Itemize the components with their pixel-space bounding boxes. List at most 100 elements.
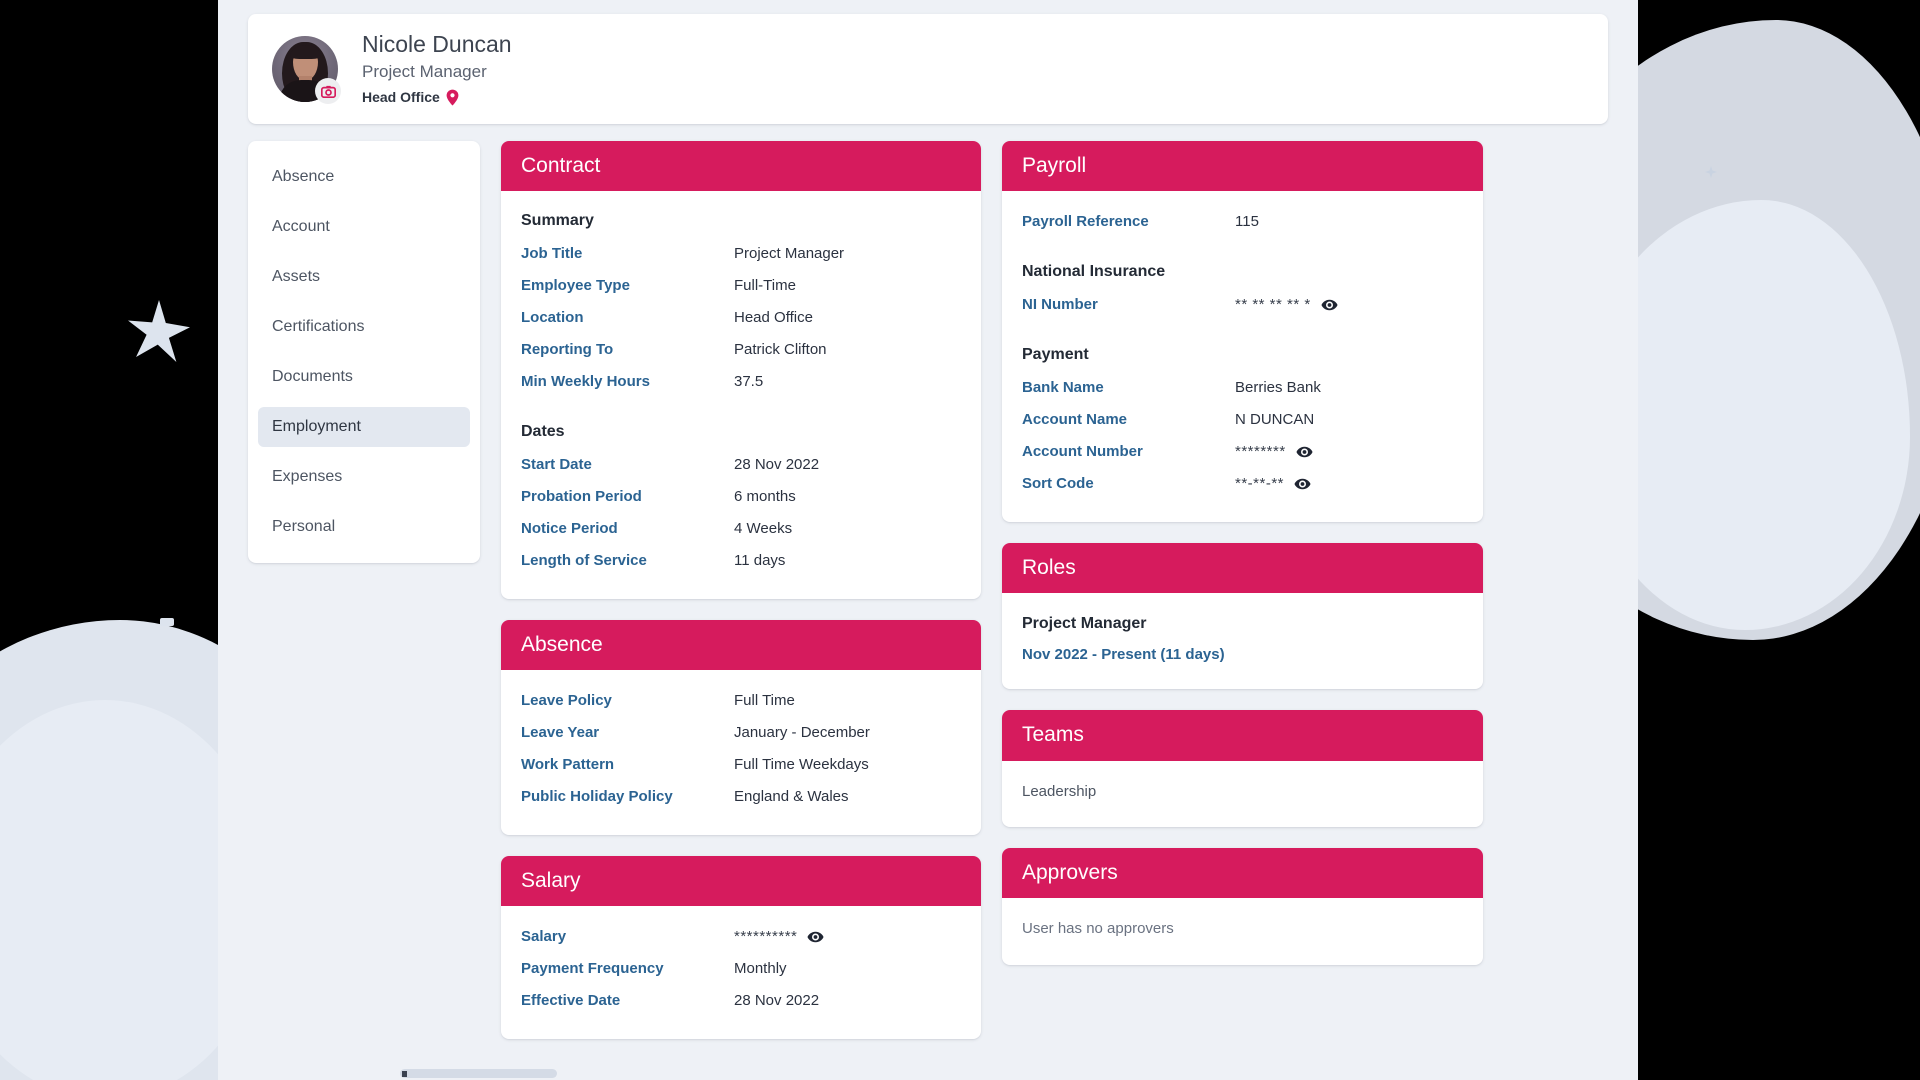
profile-location: Head Office [362,87,512,108]
camera-icon[interactable] [315,78,341,104]
field-value: 6 months [734,486,796,509]
field-label: Employee Type [521,275,734,298]
field-label: Account Name [1022,409,1235,432]
sidebar-item-personal[interactable]: Personal [258,507,470,547]
profile-header: Nicole Duncan Project Manager Head Offic… [248,14,1608,124]
contract-summary-title: Summary [521,211,961,232]
payroll-payment-title: Payment [1022,345,1463,366]
approvers-card-title: Approvers [1002,848,1483,898]
sidebar-item-employment[interactable]: Employment [258,407,470,447]
contract-card-body: Summary Job Title Project Manager Employ… [501,191,981,599]
salary-row-salary: Salary ********** [521,926,961,951]
approvers-card-body: User has no approvers [1002,898,1483,965]
eye-icon[interactable] [807,931,824,943]
salary-card-body: Salary ********** [501,906,981,1039]
contract-card: Contract Summary Job Title Project Manag… [501,141,981,599]
payroll-row-bank-name: Bank Name Berries Bank [1022,377,1463,402]
sidebar-item-absence[interactable]: Absence [258,157,470,197]
profile-info: Nicole Duncan Project Manager Head Offic… [362,30,512,107]
roles-card: Roles Project Manager Nov 2022 - Present… [1002,543,1483,690]
field-label: Payment Frequency [521,958,734,981]
teams-card-title: Teams [1002,710,1483,760]
salary-card: Salary Salary ********** [501,856,981,1039]
eye-icon[interactable] [1321,299,1338,311]
field-value: Patrick Clifton [734,339,827,362]
contract-row-employee-type: Employee Type Full-Time [521,275,961,300]
field-label: Sort Code [1022,473,1235,496]
field-value: 115 [1235,211,1259,234]
field-label: Public Holiday Policy [521,786,734,809]
field-label: Leave Policy [521,690,734,713]
payroll-row-reference: Payroll Reference 115 [1022,211,1463,236]
absence-row-work-pattern: Work Pattern Full Time Weekdays [521,754,961,779]
contract-row-start-date: Start Date 28 Nov 2022 [521,454,961,479]
profile-location-label: Head Office [362,87,440,108]
field-label: NI Number [1022,294,1235,317]
field-value: Full-Time [734,275,796,298]
contract-dates-title: Dates [521,422,961,443]
payroll-row-ni-number: NI Number ** ** ** ** * [1022,294,1463,319]
field-value: Head Office [734,307,813,330]
contract-row-length-of-service: Length of Service 11 days [521,550,961,575]
field-value-masked: ********** [734,926,824,949]
contract-row-job-title: Job Title Project Manager [521,243,961,268]
field-value: January - December [734,722,870,745]
masked-value: **-**-** [1235,473,1284,496]
sidebar-item-account[interactable]: Account [258,207,470,247]
field-value: 37.5 [734,371,763,394]
field-label: Start Date [521,454,734,477]
contract-row-min-weekly-hours: Min Weekly Hours 37.5 [521,371,961,396]
field-label: Payroll Reference [1022,211,1235,234]
field-value: England & Wales [734,786,849,809]
absence-card: Absence Leave Policy Full Time Leave Yea… [501,620,981,835]
field-value: N DUNCAN [1235,409,1314,432]
field-value: Full Time [734,690,795,713]
sidebar-item-documents[interactable]: Documents [258,357,470,397]
field-value: Project Manager [734,243,844,266]
teams-card-body: Leadership [1002,761,1483,828]
salary-row-effective-date: Effective Date 28 Nov 2022 [521,990,961,1015]
field-label: Salary [521,926,734,949]
sidebar-item-certifications[interactable]: Certifications [258,307,470,347]
absence-card-title: Absence [501,620,981,670]
eye-icon[interactable] [1296,446,1313,458]
eye-icon[interactable] [1294,478,1311,490]
scrollbar-end-cap [402,1071,407,1077]
field-label: Location [521,307,734,330]
field-value: 11 days [734,550,785,573]
app-viewport: Nicole Duncan Project Manager Head Offic… [218,0,1638,1080]
payroll-card-title: Payroll [1002,141,1483,191]
field-label: Work Pattern [521,754,734,777]
masked-value: ** ** ** ** * [1235,294,1311,317]
sidebar-nav: Absence Account Assets Certifications Do… [248,141,480,563]
absence-row-public-holiday-policy: Public Holiday Policy England & Wales [521,786,961,811]
salary-row-payment-frequency: Payment Frequency Monthly [521,958,961,983]
horizontal-scrollbar[interactable] [400,1069,557,1078]
field-label: Notice Period [521,518,734,541]
contract-row-probation-period: Probation Period 6 months [521,486,961,511]
role-dates-link[interactable]: Nov 2022 - Present (11 days) [1022,644,1463,665]
field-value-masked: ******** [1235,441,1313,464]
field-value: Berries Bank [1235,377,1321,400]
sparkle-star-small-icon [1705,166,1717,178]
roles-card-body: Project Manager Nov 2022 - Present (11 d… [1002,593,1483,689]
profile-role: Project Manager [362,60,512,85]
absence-row-leave-policy: Leave Policy Full Time [521,690,961,715]
field-label: Account Number [1022,441,1235,464]
sidebar-item-assets[interactable]: Assets [258,257,470,297]
field-label: Length of Service [521,550,734,573]
field-label: Effective Date [521,990,734,1013]
map-pin-icon [446,89,459,106]
field-value: Monthly [734,958,787,981]
middle-column: Contract Summary Job Title Project Manag… [501,141,981,1039]
contract-card-title: Contract [501,141,981,191]
sidebar-item-expenses[interactable]: Expenses [258,457,470,497]
team-item: Leadership [1022,781,1463,804]
field-value: 4 Weeks [734,518,792,541]
screen: Nicole Duncan Project Manager Head Offic… [0,0,1920,1080]
contract-row-notice-period: Notice Period 4 Weeks [521,518,961,543]
right-column: Payroll Payroll Reference 115 National I… [1002,141,1483,965]
field-label: Job Title [521,243,734,266]
payroll-ni-title: National Insurance [1022,262,1463,283]
teams-card: Teams Leadership [1002,710,1483,827]
